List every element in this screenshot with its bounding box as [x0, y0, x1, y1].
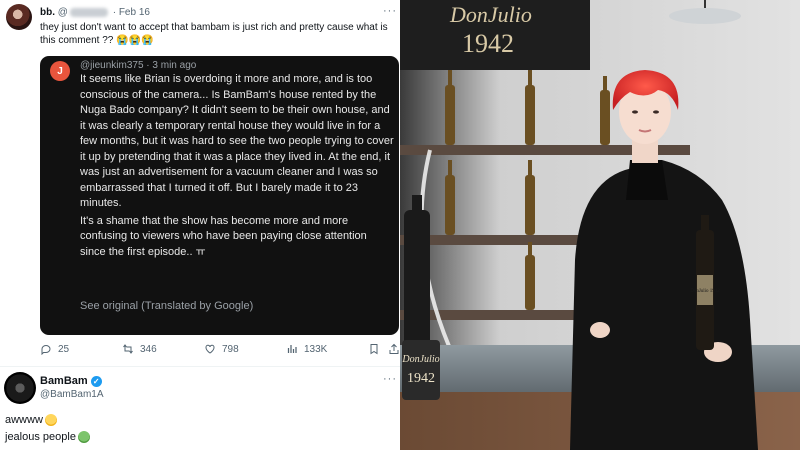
comment-body: It seems like Brian is overdoing it more…	[80, 72, 395, 262]
verified-badge-icon: ✓	[90, 375, 102, 387]
views-icon	[287, 345, 297, 353]
tweet-author-handle[interactable]: @	[58, 7, 110, 18]
sign-brand-text: DonJulio	[449, 2, 532, 27]
reply-text: jealous people	[5, 431, 76, 443]
more-options-icon[interactable]: ···	[383, 5, 397, 17]
view-count: 133K	[304, 343, 328, 355]
reply-author-name: BamBam	[40, 375, 88, 387]
share-icon	[389, 343, 399, 354]
divider	[0, 366, 400, 367]
share-button[interactable]	[388, 343, 400, 355]
turtleneck	[626, 160, 668, 200]
bottle-brand-text: DonJulio	[401, 354, 439, 365]
tweet-action-bar: 25 346 798 133K	[40, 343, 400, 359]
tweet-text: they just don't want to accept that bamb…	[40, 22, 388, 46]
blurred-handle	[69, 7, 108, 17]
reply-text: awwww	[5, 414, 43, 426]
reply-count: 25	[58, 343, 70, 355]
reply-icon	[41, 345, 51, 355]
comment-paragraph: It seems like Brian is overdoing it more…	[80, 73, 394, 209]
bottle-year-text: 1942	[407, 371, 435, 386]
reply-text-line: jealous people	[5, 431, 90, 443]
bookmark-icon	[370, 344, 378, 355]
more-options-icon[interactable]: ···	[383, 373, 397, 385]
reply-avatar[interactable]	[4, 372, 36, 404]
quoted-comment-card[interactable]: J @jieunkim375 · 3 min ago It seems like…	[40, 56, 399, 335]
eye	[653, 110, 659, 114]
tweet-header: bb. @ · Feb 16	[40, 7, 150, 18]
comment-meta: @jieunkim375 · 3 min ago	[80, 60, 197, 71]
bookmark-button[interactable]	[368, 343, 380, 355]
see-original-link[interactable]: See original (Translated by Google)	[80, 300, 253, 312]
like-count: 798	[222, 343, 239, 355]
ceiling-lamp	[669, 8, 741, 24]
photo-panel: DonJulio 1942 DonJulio 1942 DonJulio 194…	[400, 0, 800, 450]
bambam-photo: DonJulio 1942 DonJulio 1942 DonJulio 194…	[400, 0, 800, 450]
hand	[590, 322, 610, 338]
sign-year-text: 1942	[462, 29, 514, 58]
reply-author-handle[interactable]: @BamBam1A	[40, 389, 104, 400]
eye	[632, 110, 638, 114]
reply-text-line: awwww	[5, 414, 57, 426]
tweet-date[interactable]: · Feb 16	[113, 7, 150, 18]
retweet-button[interactable]: 346	[122, 343, 157, 355]
reply-author[interactable]: BamBam ✓	[40, 375, 102, 387]
pleading-face-emoji-icon	[44, 414, 57, 426]
user-avatar[interactable]	[6, 4, 32, 30]
comment-paragraph: It's a shame that the show has become mo…	[80, 214, 367, 258]
like-button[interactable]: 798	[204, 343, 239, 355]
nauseated-face-emoji-icon	[77, 431, 90, 443]
held-bottle-label: DonJulio 1942	[690, 289, 720, 294]
heart-icon	[205, 344, 215, 354]
reply-button[interactable]: 25	[40, 343, 69, 355]
retweet-icon	[123, 344, 133, 354]
views-button[interactable]: 133K	[286, 343, 327, 355]
commenter-avatar: J	[50, 61, 70, 81]
retweet-count: 346	[140, 343, 157, 355]
tweet-screenshot: bb. @ · Feb 16 ··· they just don't want …	[0, 0, 400, 450]
tweet-author-name[interactable]: bb.	[40, 7, 55, 18]
